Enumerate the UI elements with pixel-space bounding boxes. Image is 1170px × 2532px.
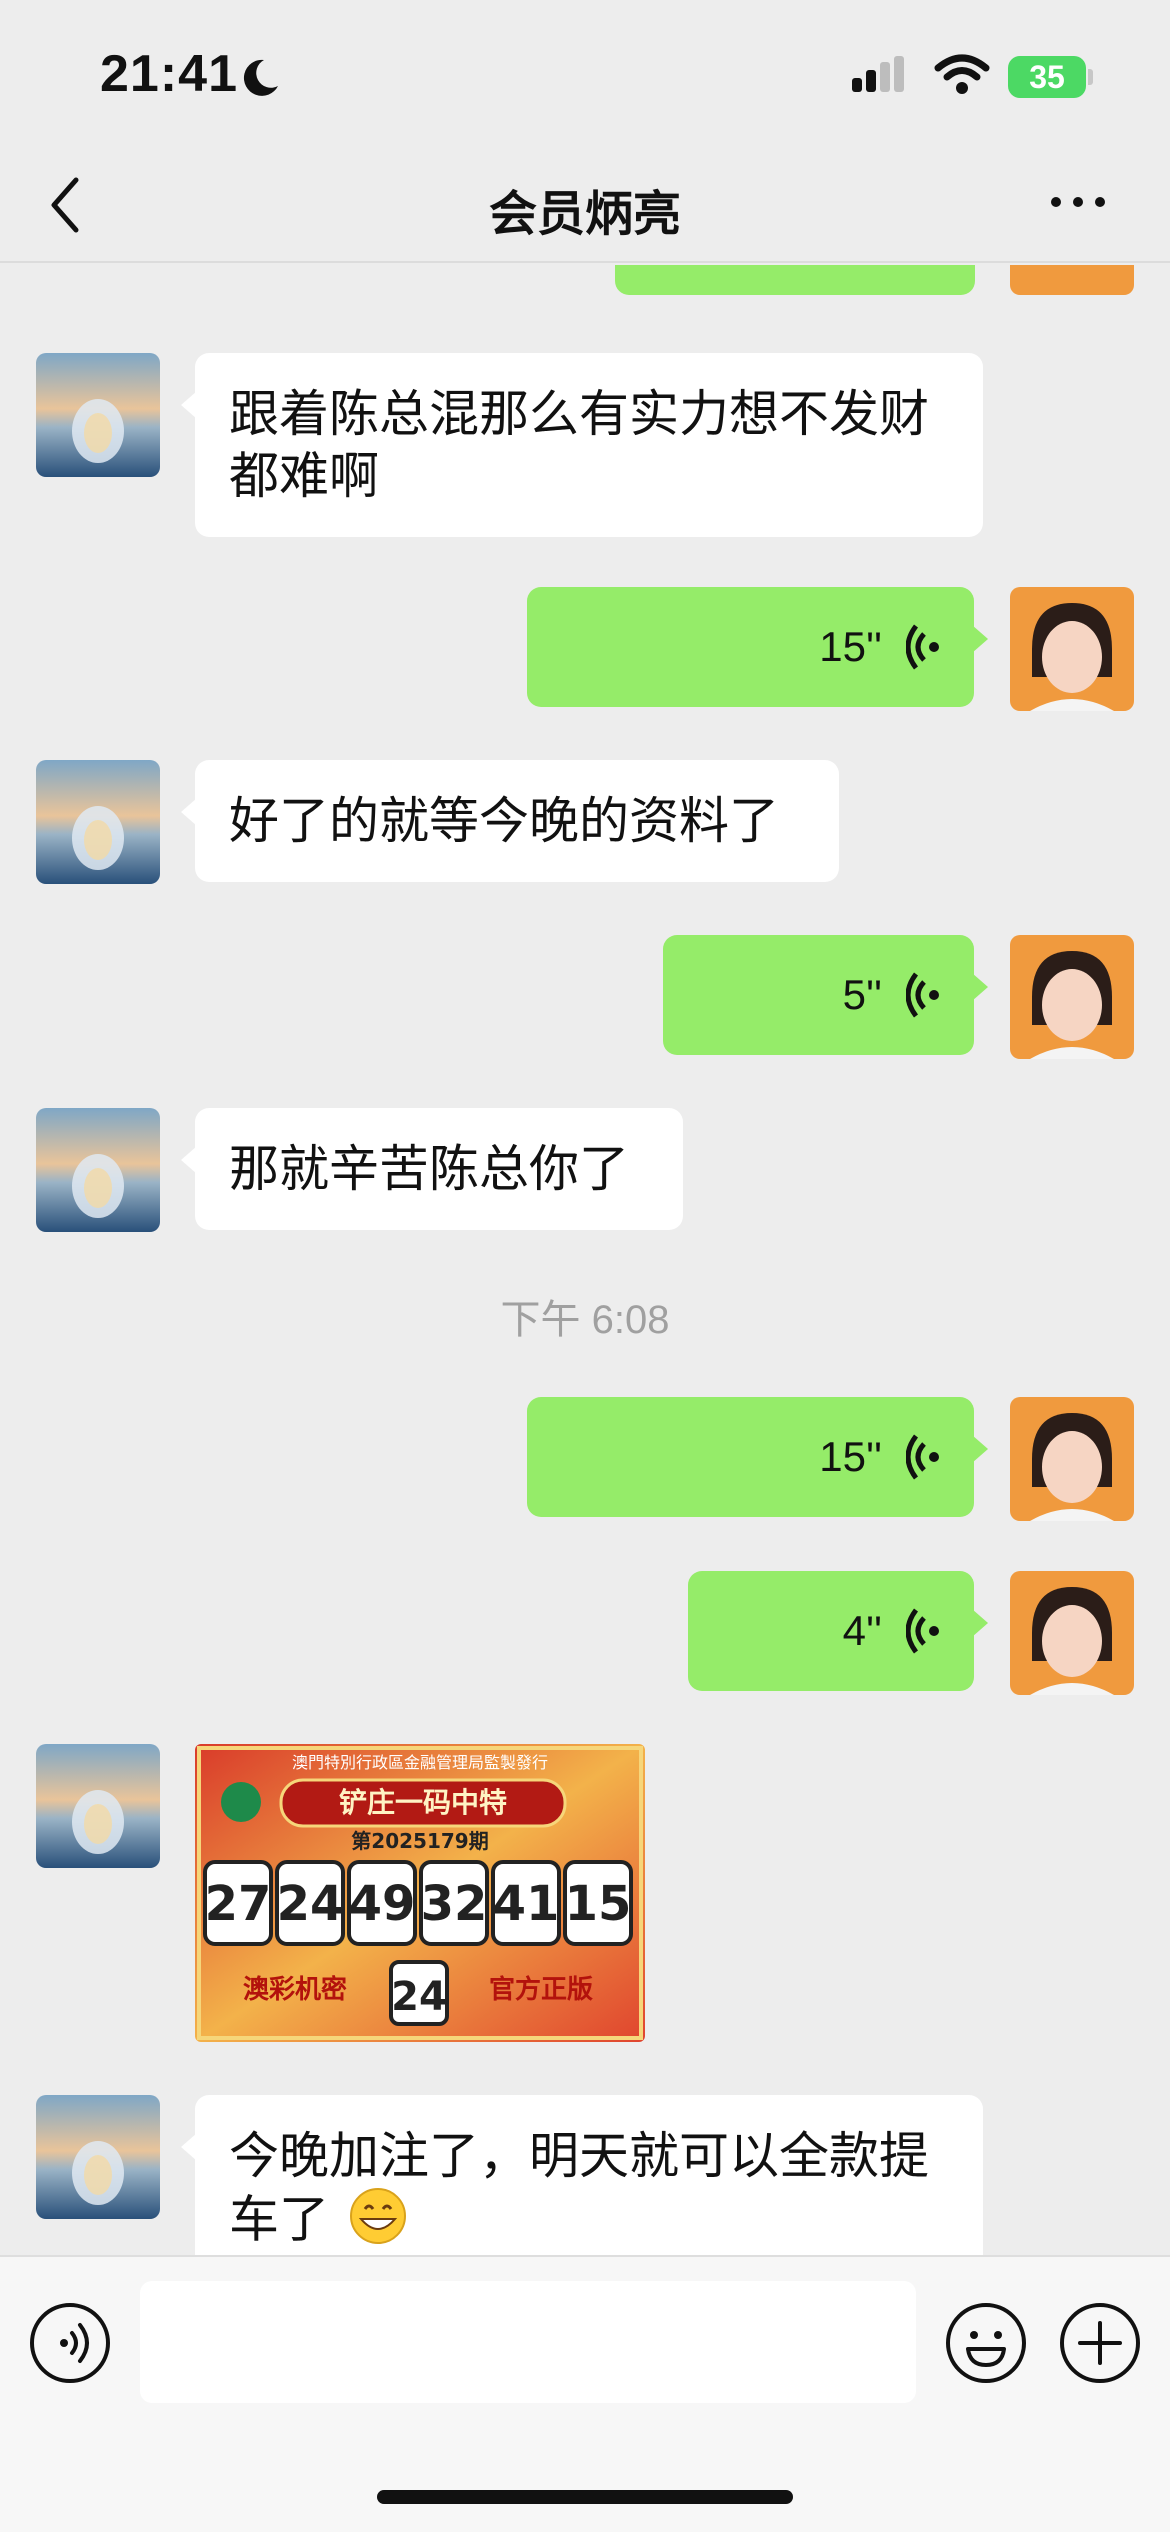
grinning-emoji-icon: [349, 2187, 407, 2255]
bubble-tail: [972, 973, 988, 1001]
message-bubble-incoming[interactable]: 好了的就等今晚的资料了: [181, 760, 839, 882]
lottery-left-text: 澳彩机密: [243, 1974, 347, 2005]
avatar-self[interactable]: [1010, 587, 1134, 711]
bubble-tail: [181, 2133, 197, 2161]
message-text: 今晚加注了，明天就可以全款提车了: [229, 2127, 929, 2249]
home-indicator[interactable]: [377, 2490, 793, 2504]
wifi-icon: [934, 54, 990, 94]
bubble-tail: [181, 798, 197, 826]
lottery-image: 澳門特別行政區金融管理局監製發行 铲庄一码中特 第2025179期 27 24 49…: [195, 1744, 645, 2042]
message-bubble-incoming[interactable]: 跟着陈总混那么有实力想不发财都难啊: [181, 353, 983, 537]
voice-duration: 5'': [842, 971, 882, 1018]
voice-wave-icon: [906, 1434, 939, 1480]
cellular-signal-icon: [852, 56, 904, 92]
avatar-contact[interactable]: [36, 2095, 160, 2219]
avatar-self[interactable]: [1010, 265, 1134, 295]
avatar-contact[interactable]: [36, 760, 160, 884]
message-text-input[interactable]: [140, 2281, 916, 2403]
chat-header: 会员炳亮: [0, 150, 1170, 263]
bubble-tail: [181, 391, 197, 419]
plus-icon[interactable]: [1058, 2301, 1142, 2385]
status-time: 21:41: [100, 45, 238, 103]
avatar-contact[interactable]: [36, 1108, 160, 1232]
lottery-right-text: 官方正版: [489, 1974, 593, 2005]
message-bubble-outgoing-partial[interactable]: [615, 265, 975, 295]
lottery-number: 49: [349, 1876, 416, 1932]
voice-message-outgoing[interactable]: 15'': [527, 587, 988, 707]
lottery-number: 41: [493, 1876, 560, 1932]
lottery-special-number: 24: [391, 1974, 447, 2020]
chat-message-list[interactable]: 跟着陈总混那么有实力想不发财都难啊 15'' 好了的就等今晚的资料了 5'' 那…: [0, 265, 1170, 2255]
voice-duration: 15'': [819, 1433, 882, 1480]
bubble-tail: [181, 1146, 197, 1174]
voice-message-outgoing[interactable]: 15'': [527, 1397, 988, 1517]
voice-message-outgoing[interactable]: 5'': [663, 935, 988, 1055]
voice-message-outgoing[interactable]: 4'': [688, 1571, 988, 1691]
bubble-tail: [972, 1609, 988, 1637]
voice-wave-icon: [906, 972, 939, 1018]
moon-icon: [243, 59, 278, 96]
avatar-contact[interactable]: [36, 1744, 160, 1868]
emoji-icon[interactable]: [944, 2301, 1028, 2385]
lottery-issue: 第2025179期: [351, 1829, 488, 1853]
lottery-image-message[interactable]: 澳門特別行政區金融管理局監製發行 铲庄一码中特 第2025179期 27 24 49…: [195, 1744, 645, 2042]
voice-wave-icon: [906, 1608, 939, 1654]
lottery-header: 澳門特別行政區金融管理局監製發行: [292, 1753, 548, 1772]
battery-indicator: 35: [1008, 56, 1086, 98]
avatar-contact[interactable]: [36, 353, 160, 477]
chat-title: 会员炳亮: [488, 186, 681, 242]
battery-cap: [1088, 69, 1093, 85]
voice-input-icon[interactable]: [28, 2301, 112, 2385]
message-text: 跟着陈总混那么有实力想不发财都难啊: [229, 385, 929, 505]
message-text: 好了的就等今晚的资料了: [229, 792, 779, 850]
lottery-number: 15: [565, 1876, 632, 1932]
voice-duration: 4'': [842, 1607, 882, 1654]
lottery-banner: 铲庄一码中特: [339, 1786, 507, 1819]
message-bubble-incoming[interactable]: 今晚加注了，明天就可以全款提车了: [181, 2095, 983, 2255]
status-bar: 21:41 35: [0, 0, 1170, 150]
message-timestamp: 下午 6:08: [500, 1298, 670, 1342]
message-text: 那就辛苦陈总你了: [229, 1140, 629, 1198]
bubble-tail: [972, 1435, 988, 1463]
bubble-tail: [972, 625, 988, 653]
lottery-number: 32: [421, 1876, 488, 1932]
avatar-self[interactable]: [1010, 1571, 1134, 1695]
lottery-number: 24: [277, 1876, 344, 1932]
lottery-number: 27: [205, 1876, 272, 1932]
avatar-self[interactable]: [1010, 935, 1134, 1059]
voice-duration: 15'': [819, 623, 882, 670]
voice-wave-icon: [906, 624, 939, 670]
more-options-icon[interactable]: [1048, 190, 1108, 214]
avatar-self[interactable]: [1010, 1397, 1134, 1521]
message-bubble-incoming[interactable]: 那就辛苦陈总你了: [181, 1108, 683, 1230]
